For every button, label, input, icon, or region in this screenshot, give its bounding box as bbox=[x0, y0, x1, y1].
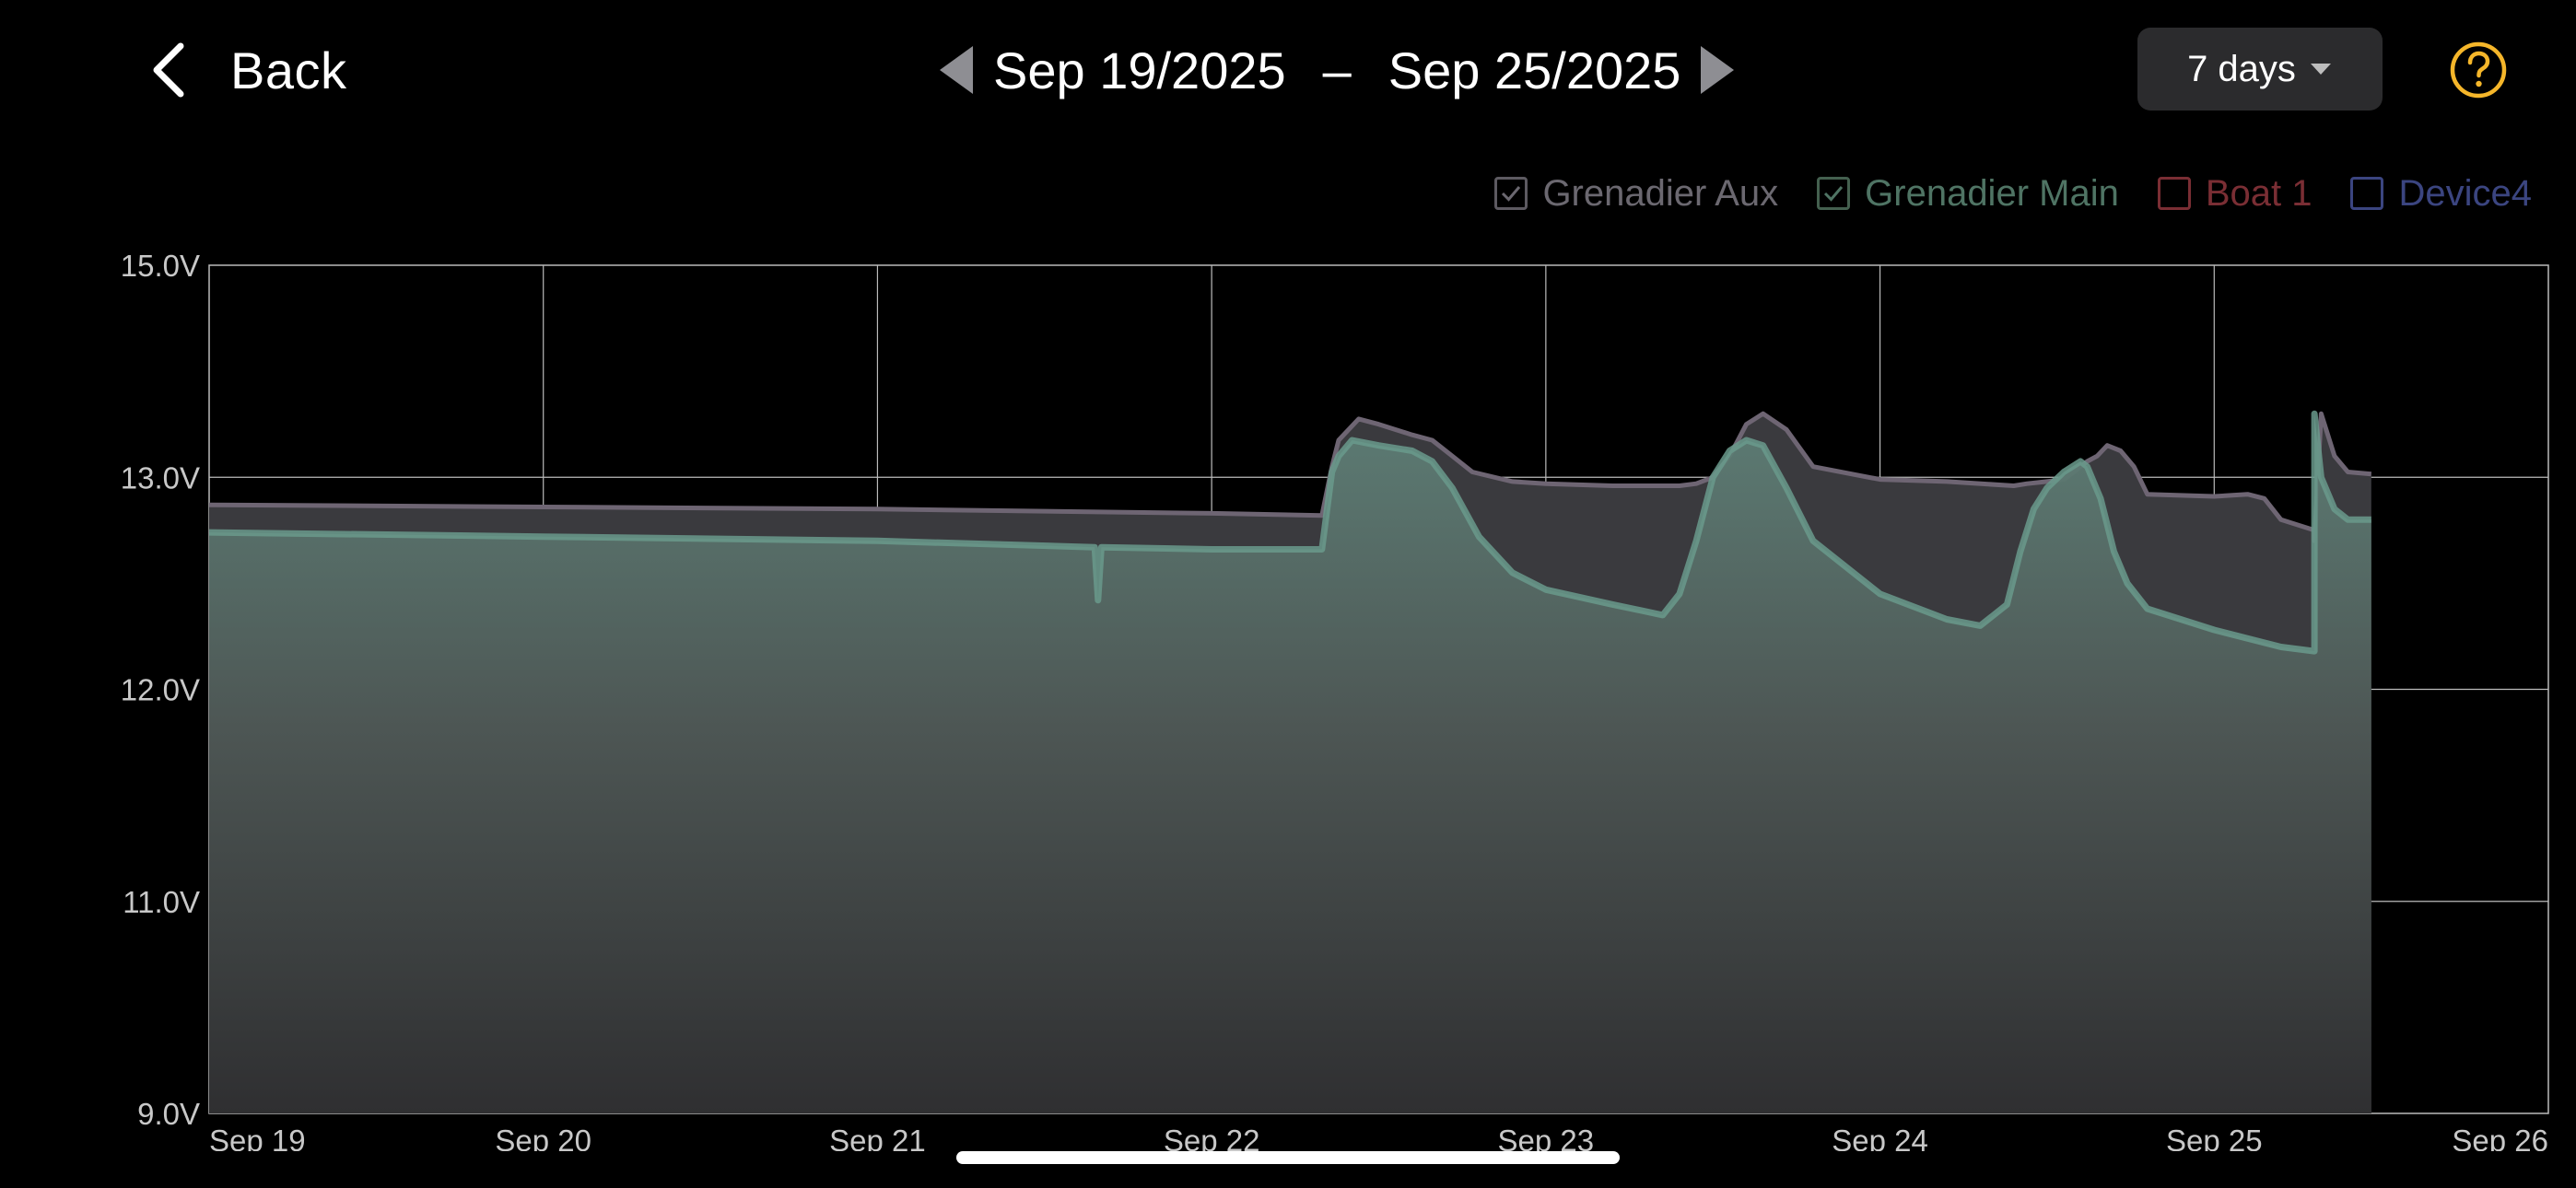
x-tick-label: Sep 20 bbox=[495, 1124, 591, 1151]
date-separator: – bbox=[1322, 41, 1352, 99]
top-bar: Back Sep 19/2025 – Sep 25/2025 7 days bbox=[0, 0, 2576, 138]
x-tick-label: Sep 23 bbox=[1498, 1124, 1595, 1151]
checkmark-icon bbox=[1502, 186, 1521, 202]
chart-legend: Grenadier Aux Grenadier Main Boat 1 Devi… bbox=[1456, 166, 2532, 221]
x-tick-label: Sep 24 bbox=[1832, 1124, 1928, 1151]
series-layer bbox=[208, 410, 2372, 1113]
question-circle-icon[interactable] bbox=[2449, 41, 2508, 99]
date-to: Sep 25/2025 bbox=[1388, 41, 1681, 99]
date-from: Sep 19/2025 bbox=[993, 41, 1286, 99]
legend-item-grenadier-aux[interactable]: Grenadier Aux bbox=[1494, 173, 1778, 215]
y-tick-label: 11.0V bbox=[123, 885, 200, 919]
next-range-button[interactable] bbox=[1692, 33, 1743, 107]
x-tick-label: Sep 25 bbox=[2166, 1124, 2263, 1151]
period-dropdown[interactable]: 7 days bbox=[2137, 28, 2383, 111]
legend-label: Grenadier Main bbox=[1865, 172, 2119, 214]
legend-checkbox[interactable] bbox=[1494, 177, 1528, 210]
y-tick-label: 12.0V bbox=[121, 673, 200, 707]
legend-item-device4[interactable]: Device4 bbox=[2350, 173, 2532, 215]
x-tick-label: Sep 21 bbox=[829, 1124, 926, 1151]
legend-checkbox[interactable] bbox=[2350, 177, 2384, 210]
legend-label: Boat 1 bbox=[2205, 172, 2313, 214]
legend-item-boat-1[interactable]: Boat 1 bbox=[2157, 172, 2313, 215]
legend-item-grenadier-main[interactable]: Grenadier Main bbox=[1817, 173, 2119, 215]
caret-down-icon bbox=[2310, 64, 2331, 75]
x-tick-label: Sep 22 bbox=[1164, 1124, 1260, 1151]
legend-label: Grenadier Aux bbox=[1542, 172, 1779, 214]
y-tick-label: 9.0V bbox=[137, 1097, 200, 1131]
back-button[interactable]: Back bbox=[147, 33, 347, 107]
home-indicator[interactable] bbox=[956, 1151, 1620, 1164]
triangle-left-icon bbox=[940, 46, 973, 94]
legend-label: Device4 bbox=[2398, 172, 2532, 214]
y-tick-label: 15.0V bbox=[121, 249, 200, 283]
date-range: Sep 19/2025 – Sep 25/2025 bbox=[931, 33, 1743, 107]
triangle-right-icon bbox=[1701, 46, 1735, 94]
legend-checkbox[interactable] bbox=[2157, 177, 2191, 210]
x-tick-label: Sep 26 bbox=[2452, 1124, 2548, 1151]
chevron-left-icon bbox=[153, 42, 184, 98]
checkmark-icon bbox=[1824, 186, 1844, 202]
x-tick-label: Sep 19 bbox=[209, 1124, 306, 1151]
y-tick-label: 13.0V bbox=[121, 460, 200, 495]
voltage-chart[interactable]: 9.0V 11.0V 12.0V 13.0V 15.0V Sep 19 Sep 20 Sep … bbox=[0, 230, 2576, 1151]
legend-checkbox[interactable] bbox=[1817, 177, 1851, 210]
previous-range-button[interactable] bbox=[931, 33, 982, 107]
back-label: Back bbox=[230, 41, 347, 99]
period-label: 7 days bbox=[2187, 48, 2296, 89]
